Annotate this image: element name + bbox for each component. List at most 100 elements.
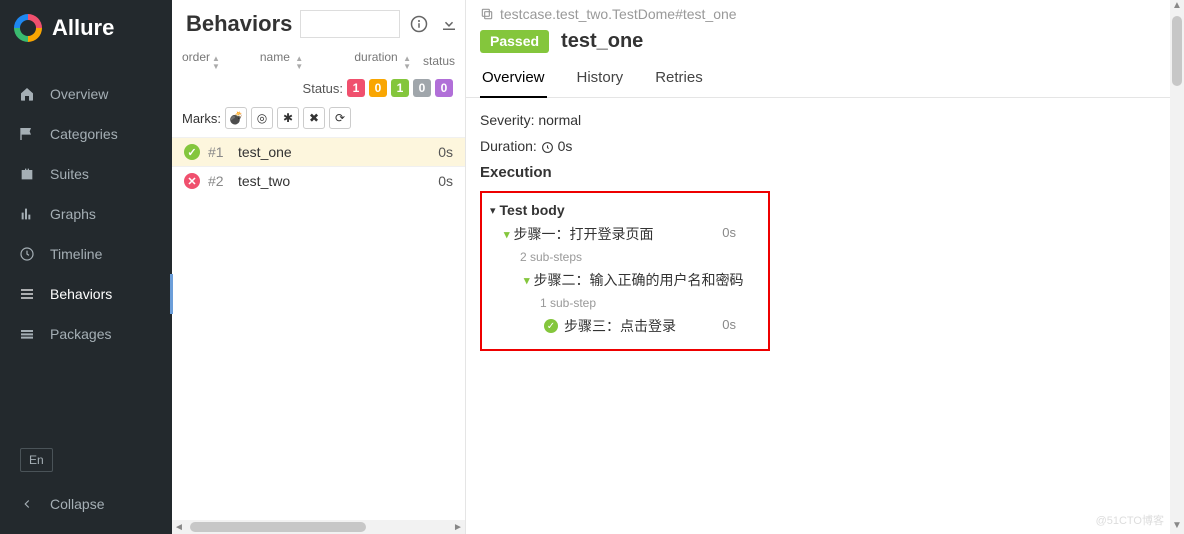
step-duration: 0s <box>722 271 736 286</box>
column-headers: order▲▼ name ▲▼ duration ▲▼ status <box>172 46 465 77</box>
test-row[interactable]: ✕ #2 test_two 0s <box>172 166 465 195</box>
col-name[interactable]: name ▲▼ <box>226 50 337 71</box>
step-row[interactable]: ▾ 步骤二：输入正确的用户名和密码 <box>490 267 760 293</box>
chevron-left-icon <box>18 497 36 511</box>
info-icon[interactable] <box>408 13 430 35</box>
nav-label: Timeline <box>50 246 102 262</box>
clock-icon <box>18 246 36 262</box>
list-icon <box>18 286 36 302</box>
horizontal-scrollbar[interactable]: ◄ ► <box>172 520 465 534</box>
tab-retries[interactable]: Retries <box>653 61 705 97</box>
nav-packages[interactable]: Packages <box>0 314 172 354</box>
step-duration: 0s <box>722 225 736 240</box>
scroll-right-icon[interactable]: ► <box>451 522 465 533</box>
search-input[interactable] <box>300 10 400 38</box>
scroll-down-icon[interactable]: ▼ <box>1172 520 1182 534</box>
step-row[interactable]: ▾ 步骤一：打开登录页面 <box>490 221 760 247</box>
mark-retry-icon[interactable]: ⟳ <box>329 107 351 129</box>
page-title: test_one <box>561 30 643 53</box>
vertical-scrollbar[interactable]: ▲ ▼ <box>1170 0 1184 534</box>
pass-icon: ✓ <box>184 144 200 160</box>
status-filter: Status: 1 0 1 0 0 <box>172 77 465 103</box>
flag-icon <box>18 126 36 142</box>
status-badge: Passed <box>480 30 549 53</box>
brand: Allure <box>0 0 172 56</box>
nav-suites[interactable]: Suites <box>0 154 172 194</box>
status-failed[interactable]: 1 <box>347 79 365 97</box>
tabs: Overview History Retries <box>466 61 1184 98</box>
highlighted-box: ▾ Test body ▾ 步骤一：打开登录页面 2 sub-steps 0s … <box>480 191 770 351</box>
nav: Overview Categories Suites Graphs Timeli… <box>0 74 172 354</box>
test-duration: 0s <box>438 144 453 160</box>
mark-new-icon[interactable]: ◎ <box>251 107 273 129</box>
nav-categories[interactable]: Categories <box>0 114 172 154</box>
breadcrumb: testcase.test_two.TestDome#test_one <box>466 6 1184 26</box>
severity-row: Severity: normal <box>480 112 1170 128</box>
nav-label: Behaviors <box>50 286 112 302</box>
test-name: test_two <box>238 173 430 189</box>
chevron-down-icon: ▾ <box>524 274 530 287</box>
copy-icon[interactable] <box>480 7 494 21</box>
nav-timeline[interactable]: Timeline <box>0 234 172 274</box>
list-title: Behaviors <box>186 11 292 37</box>
marks-label: Marks: <box>182 111 221 126</box>
briefcase-icon <box>18 166 36 182</box>
nav-overview[interactable]: Overview <box>0 74 172 114</box>
status-broken[interactable]: 0 <box>369 79 387 97</box>
lang-select[interactable]: En <box>20 448 53 472</box>
testbody-toggle[interactable]: ▾ Test body <box>490 199 760 221</box>
mark-newfail-icon[interactable]: ✱ <box>277 107 299 129</box>
detail-pane: testcase.test_two.TestDome#test_one Pass… <box>466 0 1184 534</box>
clock-icon <box>541 141 554 154</box>
test-name: test_one <box>238 144 430 160</box>
title-row: Passed test_one <box>466 26 1184 61</box>
status-unknown[interactable]: 0 <box>435 79 453 97</box>
tab-history[interactable]: History <box>575 61 626 97</box>
download-icon[interactable] <box>438 13 460 35</box>
scroll-left-icon[interactable]: ◄ <box>172 522 186 533</box>
duration-row: Duration: 0s <box>480 138 1170 154</box>
breadcrumb-text: testcase.test_two.TestDome#test_one <box>500 6 737 22</box>
col-order[interactable]: order▲▼ <box>182 50 222 71</box>
list-header: Behaviors <box>172 0 465 46</box>
watermark: @51CTO博客 <box>1096 512 1164 528</box>
lang-box: En <box>0 448 172 482</box>
brand-logo-icon <box>14 14 42 42</box>
chart-icon <box>18 206 36 222</box>
test-index: #2 <box>208 173 230 189</box>
tab-overview[interactable]: Overview <box>480 61 547 98</box>
step-row[interactable]: ✓ 步骤三：点击登录 <box>490 313 760 339</box>
collapse-label: Collapse <box>50 496 104 512</box>
step-sub: 2 sub-steps <box>490 247 760 267</box>
test-duration: 0s <box>438 173 453 189</box>
scroll-up-icon[interactable]: ▲ <box>1172 0 1182 14</box>
chevron-down-icon: ▾ <box>504 228 510 241</box>
check-icon: ✓ <box>544 319 558 333</box>
col-duration[interactable]: duration ▲▼ <box>341 50 411 71</box>
list-pane: Behaviors order▲▼ name ▲▼ duration ▲▼ st… <box>172 0 466 534</box>
test-index: #1 <box>208 144 230 160</box>
col-status[interactable]: status <box>415 54 455 68</box>
layers-icon <box>18 326 36 342</box>
step-duration: 0s <box>722 317 736 332</box>
step-sub: 1 sub-step <box>490 293 760 313</box>
scroll-thumb[interactable] <box>190 522 366 532</box>
test-row[interactable]: ✓ #1 test_one 0s <box>172 137 465 166</box>
sidebar: Allure Overview Categories Suites Graphs… <box>0 0 172 534</box>
nav-graphs[interactable]: Graphs <box>0 194 172 234</box>
scroll-thumb[interactable] <box>1172 16 1182 86</box>
detail-body: Severity: normal Duration: 0s Execution … <box>466 98 1184 351</box>
status-passed[interactable]: 1 <box>391 79 409 97</box>
collapse-button[interactable]: Collapse <box>0 482 172 534</box>
nav-label: Suites <box>50 166 89 182</box>
status-skipped[interactable]: 0 <box>413 79 431 97</box>
nav-label: Overview <box>50 86 108 102</box>
nav-behaviors[interactable]: Behaviors <box>0 274 172 314</box>
nav-label: Graphs <box>50 206 96 222</box>
mark-flaky-icon[interactable]: 💣 <box>225 107 247 129</box>
chevron-down-icon: ▾ <box>490 204 496 217</box>
nav-label: Packages <box>50 326 111 342</box>
fail-icon: ✕ <box>184 173 200 189</box>
mark-newbroken-icon[interactable]: ✖ <box>303 107 325 129</box>
execution-heading: Execution <box>480 164 1170 181</box>
